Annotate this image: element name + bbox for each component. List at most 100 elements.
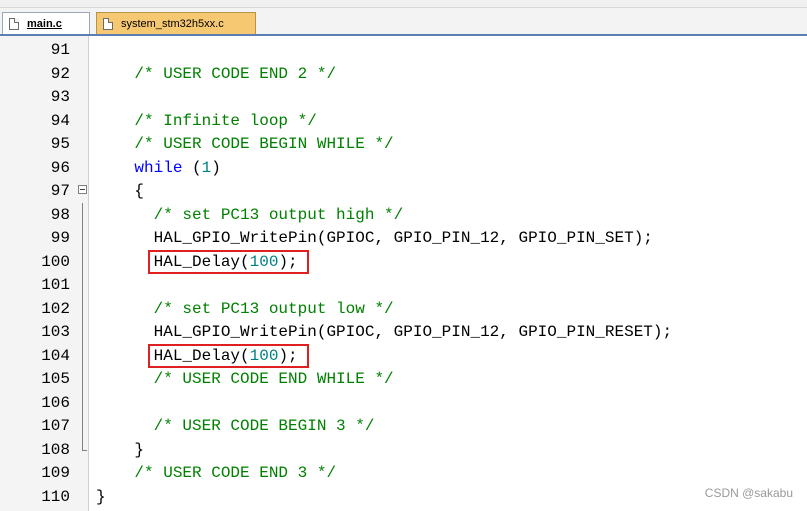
code-text: HAL_GPIO_WritePin(GPIOC, GPIO_PIN_12, GP… [96,226,653,250]
line-number: 101 [41,276,70,294]
code-line[interactable]: 103 HAL_GPIO_WritePin(GPIOC, GPIO_PIN_12… [0,320,807,344]
code-editor[interactable]: 91 92 /* USER CODE END 2 */ 93 94 /* Infini… [0,36,807,511]
code-line[interactable]: 95 /* USER CODE BEGIN WHILE */ [0,132,807,156]
code-line[interactable]: 93 [0,85,807,109]
fold-guide-line [82,320,83,344]
code-line[interactable]: 97 { [0,179,807,203]
editor-tab-bar: main.c system_stm32h5xx.c [0,8,807,36]
line-number: 97 [50,182,70,200]
code-token: ( [182,158,202,177]
code-text: /* USER CODE BEGIN WHILE */ [96,132,394,156]
code-comment: /* USER CODE END 2 */ [134,64,337,83]
code-line[interactable]: 102 /* set PC13 output low */ [0,296,807,321]
code-line[interactable]: 107 /* USER CODE BEGIN 3 */ [0,414,807,438]
fold-guide-line [82,273,83,297]
code-text: /* USER CODE BEGIN 3 */ [96,414,375,438]
code-text: /* USER CODE END 3 */ [96,461,336,485]
code-line[interactable]: 108 } [0,437,807,462]
code-token: ) [211,158,221,177]
fold-guide-line [82,390,83,415]
code-line[interactable]: 106 [0,390,807,415]
code-text: /* Infinite loop */ [96,109,317,133]
code-token: HAL_GPIO_WritePin(GPIOC, GPIO_PIN_12, GP… [96,229,653,247]
file-icon [9,17,19,30]
code-line[interactable]: 105 /* USER CODE END WHILE */ [0,367,807,391]
fold-guide-line [82,367,83,391]
code-text: HAL_GPIO_WritePin(GPIOC, GPIO_PIN_12, GP… [96,320,672,344]
file-icon [103,17,113,30]
code-text: /* USER CODE END WHILE */ [96,367,394,391]
code-text: /* USER CODE END 2 */ [96,62,336,86]
code-line[interactable]: 100 HAL_Delay(100); [0,249,807,274]
fold-end-marker [82,437,87,451]
watermark: CSDN @sakabu [704,486,793,500]
code-comment: /* USER CODE BEGIN WHILE */ [134,135,394,153]
fold-guide-line [82,202,83,227]
code-comment: /* set PC13 output low */ [153,299,394,318]
tab-label: main.c [27,17,62,30]
window-top-strip [0,0,807,8]
line-number: 110 [41,487,70,506]
code-line[interactable]: 98 /* set PC13 output high */ [0,202,807,227]
line-number: 99 [50,229,70,247]
code-comment: /* USER CODE BEGIN 3 */ [153,417,375,435]
highlight-box [147,249,310,274]
code-line[interactable]: 101 [0,273,807,297]
code-token: { [96,182,145,200]
tab-label: system_stm32h5xx.c [121,17,224,30]
line-number: 92 [50,64,70,83]
code-token: } [96,440,145,459]
line-number: 96 [50,158,70,177]
code-line[interactable]: 104 HAL_Delay(100); [0,343,807,368]
line-number: 95 [50,135,70,153]
line-number: 106 [41,393,70,412]
fold-guide-line [82,343,83,368]
fold-guide-line [82,249,83,274]
code-line[interactable]: 94 /* Infinite loop */ [0,109,807,133]
code-comment: /* set PC13 output high */ [153,205,404,224]
code-number: 1 [201,158,212,177]
line-number: 94 [50,111,70,130]
code-line[interactable]: 109 /* USER CODE END 3 */ [0,461,807,485]
line-number: 93 [50,88,70,106]
code-text: { [96,179,144,203]
tab-main-c[interactable]: main.c [2,12,90,34]
fold-collapse-icon[interactable] [78,185,87,194]
code-line[interactable]: 110} [0,485,807,509]
code-token: } [96,487,106,506]
fold-guide-line [82,296,83,321]
tab-system-stm32h5xx-c[interactable]: system_stm32h5xx.c [96,12,256,34]
fold-guide-line [82,226,83,250]
code-line[interactable]: 96 while (1) [0,156,807,180]
code-line[interactable]: 92 /* USER CODE END 2 */ [0,62,807,86]
line-number: 104 [41,346,70,365]
code-text: /* set PC13 output low */ [96,297,394,321]
code-token: HAL_GPIO_WritePin(GPIOC, GPIO_PIN_12, GP… [96,323,673,341]
code-line[interactable]: 91 [0,38,807,62]
code-text: } [96,485,106,509]
fold-guide-line [82,414,83,438]
line-number: 108 [41,440,70,459]
line-number: 103 [41,323,70,341]
line-number: 102 [41,299,70,318]
code-keyword: while [134,158,183,177]
code-text: } [96,438,144,462]
code-comment: /* Infinite loop */ [134,111,317,130]
code-comment: /* USER CODE END 3 */ [134,464,337,482]
code-text: while (1) [96,156,221,180]
line-number: 91 [50,41,70,59]
code-comment: /* USER CODE END WHILE */ [153,370,394,388]
line-number: 98 [50,205,70,224]
code-text: /* set PC13 output high */ [96,203,404,227]
line-number: 107 [41,417,70,435]
line-number: 105 [41,370,70,388]
code-line[interactable]: 99 HAL_GPIO_WritePin(GPIOC, GPIO_PIN_12,… [0,226,807,250]
